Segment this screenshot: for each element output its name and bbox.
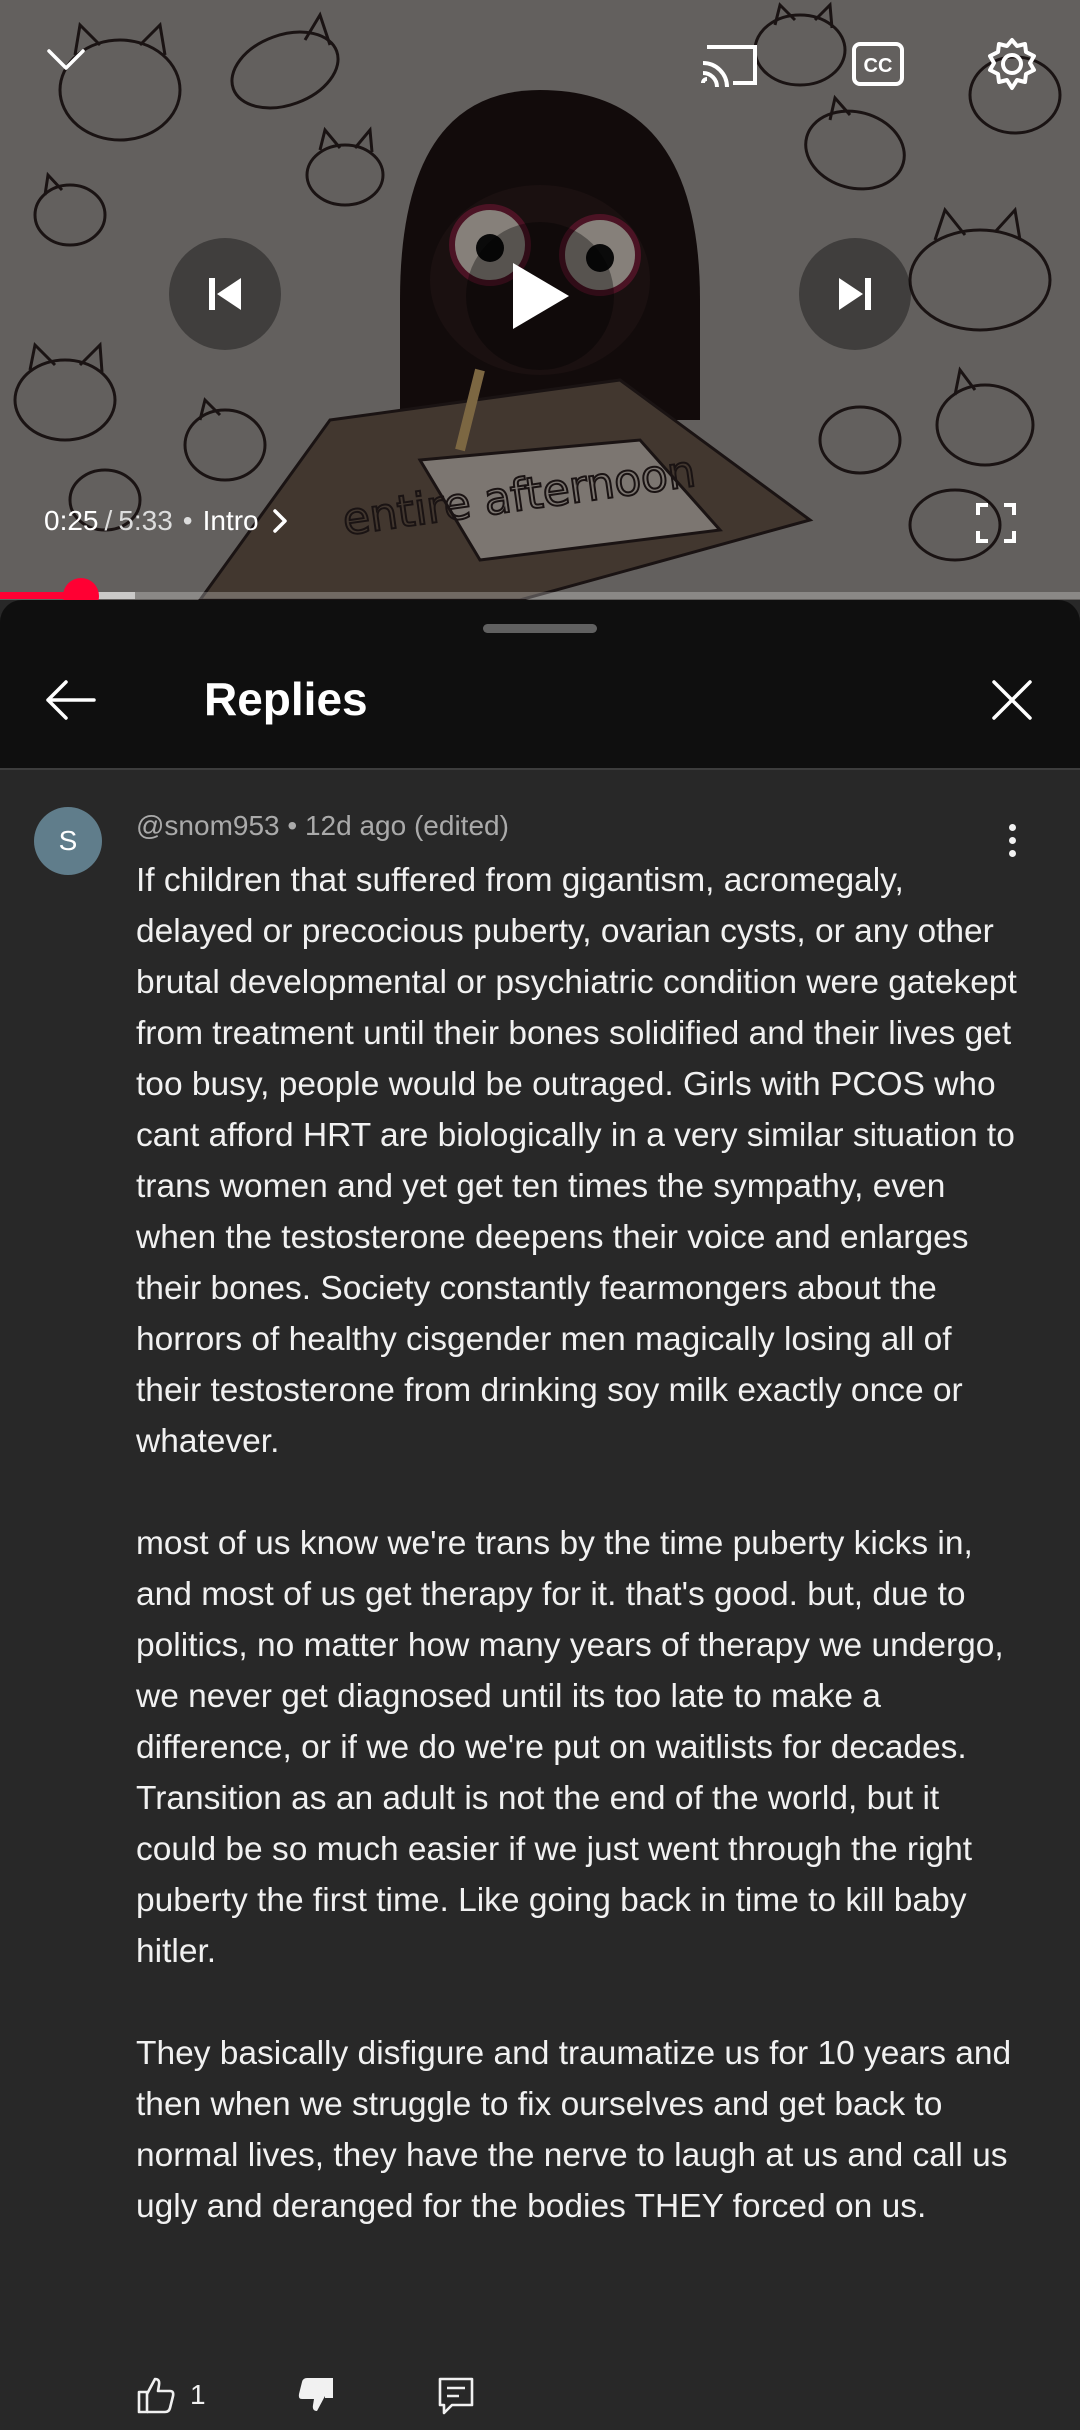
time-display: 0:25 / 5:33 • Intro — [44, 505, 289, 537]
progress-track[interactable] — [0, 592, 1080, 599]
thumbs-up-icon — [137, 2377, 175, 2414]
comment-paragraph: They basically disfigure and traumatize … — [136, 2035, 1012, 2225]
video-player[interactable]: entire afternoon CC 0:25 / 5:33 • Intro — [0, 0, 1080, 600]
next-icon[interactable] — [799, 238, 911, 350]
collapse-chevron-icon[interactable] — [26, 20, 106, 100]
comment-age: 12d ago (edited) — [304, 810, 509, 841]
close-icon[interactable] — [972, 660, 1052, 740]
like-button[interactable]: 1 — [136, 2375, 206, 2415]
play-icon[interactable] — [466, 222, 614, 370]
comment-actions: 1 — [136, 2365, 476, 2425]
comment-author[interactable]: @snom953 — [136, 810, 280, 841]
time-separator: / — [104, 505, 113, 536]
replies-title: Replies — [204, 673, 368, 725]
cast-icon[interactable] — [690, 24, 770, 104]
reply-icon — [438, 2377, 473, 2415]
fullscreen-icon[interactable] — [956, 483, 1036, 563]
time-total: 5:33 — [118, 505, 173, 536]
captions-icon[interactable]: CC — [838, 24, 918, 104]
comment-body: If children that suffered from gigantism… — [136, 855, 1026, 2232]
previous-icon[interactable] — [169, 238, 281, 350]
time-current: 0:25 — [44, 505, 99, 536]
meta-dot: • — [287, 810, 305, 841]
comment-paragraph: most of us know we're trans by the time … — [136, 1525, 1004, 1970]
chapter-dot: • — [182, 505, 193, 536]
chevron-right-icon[interactable] — [271, 508, 289, 534]
avatar[interactable]: S — [34, 807, 102, 875]
comment-paragraph: If children that suffered from gigantism… — [136, 862, 1017, 1460]
replies-header: Replies — [0, 600, 1080, 770]
arrow-left-icon[interactable] — [30, 660, 110, 740]
comment-meta: @snom953 • 12d ago (edited) — [136, 810, 509, 842]
thumbs-down-icon — [298, 2378, 333, 2411]
reply-button[interactable] — [436, 2375, 476, 2415]
dislike-button[interactable] — [296, 2375, 336, 2415]
captions-label: CC — [864, 55, 893, 77]
chapter-title[interactable]: Intro — [203, 505, 259, 537]
drag-handle[interactable] — [483, 624, 597, 633]
like-count: 1 — [190, 2379, 206, 2410]
settings-gear-icon[interactable] — [972, 24, 1052, 104]
